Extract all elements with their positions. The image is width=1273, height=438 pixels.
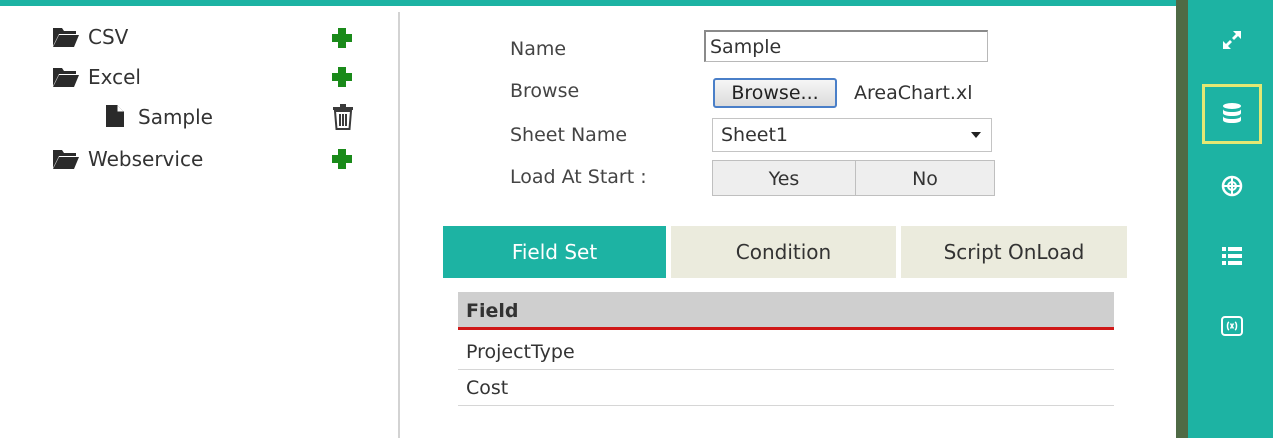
tree-item-label: CSV — [88, 25, 129, 49]
tree-item-label: Excel — [88, 65, 141, 89]
panel-divider[interactable] — [398, 12, 400, 438]
table-row[interactable]: ProjectType — [458, 334, 1114, 370]
field-column-header: Field — [466, 300, 519, 322]
sheet-name-label: Sheet Name — [510, 124, 628, 146]
load-no-button[interactable]: No — [855, 160, 995, 196]
field-cell: ProjectType — [466, 341, 575, 363]
scroll-edge — [1176, 0, 1188, 438]
plus-icon — [332, 67, 352, 87]
table-row[interactable]: Cost — [458, 370, 1114, 406]
plus-icon — [332, 149, 352, 169]
list-icon — [1222, 247, 1242, 265]
field-cell: Cost — [466, 377, 509, 399]
add-csv-button[interactable] — [330, 26, 354, 50]
trash-icon — [333, 104, 353, 130]
expand-button[interactable] — [1202, 10, 1262, 70]
tab-condition[interactable]: Condition — [671, 226, 896, 278]
caret-down-icon — [971, 132, 981, 138]
tree-item-label: Webservice — [88, 147, 204, 171]
list-button[interactable] — [1202, 226, 1262, 286]
load-at-start-label: Load At Start : — [510, 166, 647, 188]
target-icon — [1221, 175, 1243, 197]
selected-file-name: AreaChart.xl — [854, 82, 973, 104]
function-icon — [1221, 316, 1243, 336]
plus-icon — [332, 28, 352, 48]
sheet-name-select[interactable]: Sheet1 — [712, 118, 992, 152]
delete-sample-button[interactable] — [332, 104, 356, 130]
target-button[interactable] — [1202, 156, 1262, 216]
name-field[interactable] — [704, 30, 988, 62]
tree-item-label: Sample — [138, 105, 213, 129]
folder-open-icon — [52, 146, 80, 178]
folder-open-icon — [52, 64, 80, 96]
tab-field-set[interactable]: Field Set — [443, 226, 666, 278]
add-excel-button[interactable] — [330, 65, 354, 89]
add-webservice-button[interactable] — [330, 147, 354, 171]
load-yes-button[interactable]: Yes — [712, 160, 856, 196]
expand-icon — [1223, 31, 1241, 49]
field-table-header[interactable]: Field — [458, 292, 1114, 330]
tab-script-onload[interactable]: Script OnLoad — [901, 226, 1127, 278]
datasource-button[interactable] — [1202, 84, 1262, 144]
database-icon — [1223, 103, 1241, 123]
file-icon — [104, 104, 126, 136]
browse-label: Browse — [510, 80, 580, 102]
sheet-name-value: Sheet1 — [721, 124, 789, 146]
name-label: Name — [510, 38, 567, 60]
function-button[interactable] — [1202, 296, 1262, 356]
folder-open-icon — [52, 24, 80, 56]
browse-button[interactable]: Browse... — [713, 78, 837, 108]
